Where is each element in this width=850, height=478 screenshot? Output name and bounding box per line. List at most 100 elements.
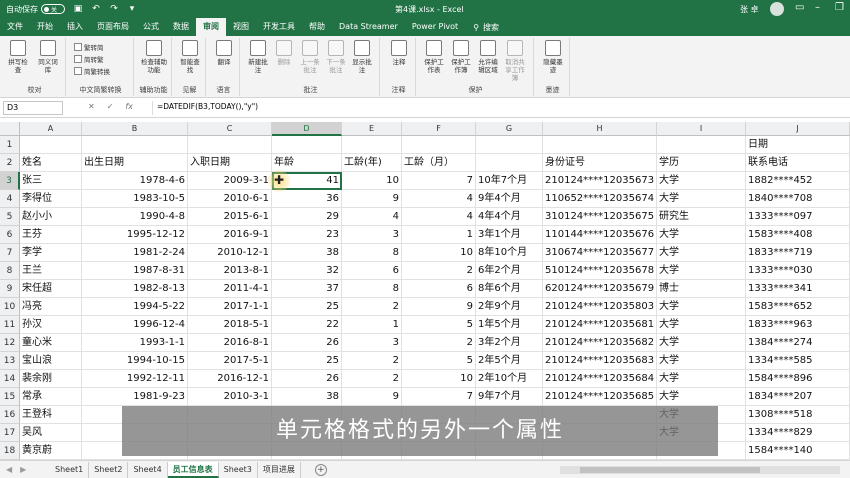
cell-A13[interactable]: 宝山浪 bbox=[20, 352, 82, 370]
cell-A5[interactable]: 赵小小 bbox=[20, 208, 82, 226]
cell-A1[interactable] bbox=[20, 136, 82, 154]
column-header-A[interactable]: A bbox=[20, 122, 82, 136]
cell-B13[interactable]: 1994-10-15 bbox=[82, 352, 188, 370]
cell-H5[interactable]: 310124****12035675 bbox=[543, 208, 657, 226]
cell-C1[interactable] bbox=[188, 136, 272, 154]
cell-E9[interactable]: 8 bbox=[342, 280, 402, 298]
cell-I1[interactable] bbox=[657, 136, 746, 154]
cell-H1[interactable] bbox=[543, 136, 657, 154]
cell-J17[interactable]: 1334****829 bbox=[746, 424, 850, 442]
cell-A12[interactable]: 童心米 bbox=[20, 334, 82, 352]
tab-6[interactable]: 审阅 bbox=[196, 18, 226, 36]
check-accessibility-button[interactable]: 检查辅助功能 bbox=[141, 40, 167, 74]
cell-G5[interactable]: 4年4个月 bbox=[476, 208, 543, 226]
cell-H2[interactable]: 身份证号 bbox=[543, 154, 657, 172]
cell-D13[interactable]: 25 bbox=[272, 352, 342, 370]
cell-G8[interactable]: 6年2个月 bbox=[476, 262, 543, 280]
row-header-17[interactable]: 17 bbox=[0, 424, 20, 442]
scrollbar-thumb[interactable] bbox=[580, 467, 760, 473]
cell-G10[interactable]: 2年9个月 bbox=[476, 298, 543, 316]
cell-J14[interactable]: 1584****896 bbox=[746, 370, 850, 388]
cell-I9[interactable]: 博士 bbox=[657, 280, 746, 298]
cell-F15[interactable]: 7 bbox=[402, 388, 476, 406]
autosave-toggle[interactable]: 关 bbox=[41, 4, 65, 14]
cell-H8[interactable]: 510124****12035678 bbox=[543, 262, 657, 280]
cell-J10[interactable]: 1583****652 bbox=[746, 298, 850, 316]
row-header-5[interactable]: 5 bbox=[0, 208, 20, 226]
cell-I6[interactable]: 大学 bbox=[657, 226, 746, 244]
unshare-workbook-button[interactable]: 取消共享工作簿 bbox=[503, 40, 527, 82]
cell-I12[interactable]: 大学 bbox=[657, 334, 746, 352]
allow-edit-ranges-button[interactable]: 允许编辑区域 bbox=[476, 40, 500, 74]
sheet-tab-3[interactable]: 员工信息表 bbox=[167, 461, 219, 478]
cell-E8[interactable]: 6 bbox=[342, 262, 402, 280]
cell-J3[interactable]: 1882****452 bbox=[746, 172, 850, 190]
cell-F11[interactable]: 5 bbox=[402, 316, 476, 334]
cell-C13[interactable]: 2017-5-1 bbox=[188, 352, 272, 370]
cell-A9[interactable]: 宋任超 bbox=[20, 280, 82, 298]
column-header-I[interactable]: I bbox=[657, 122, 746, 136]
cell-D9[interactable]: 37 bbox=[272, 280, 342, 298]
cell-C5[interactable]: 2015-6-1 bbox=[188, 208, 272, 226]
cell-B7[interactable]: 1981-2-24 bbox=[82, 244, 188, 262]
cell-B11[interactable]: 1996-12-4 bbox=[82, 316, 188, 334]
sheet-tab-2[interactable]: Sheet4 bbox=[128, 461, 168, 478]
cell-G15[interactable]: 9年7个月 bbox=[476, 388, 543, 406]
cell-A8[interactable]: 王兰 bbox=[20, 262, 82, 280]
smart-lookup-button[interactable]: 智能查找 bbox=[178, 40, 202, 74]
cell-B3[interactable]: 1978-4-6 bbox=[82, 172, 188, 190]
cell-I4[interactable]: 大学 bbox=[657, 190, 746, 208]
cell-C9[interactable]: 2011-4-1 bbox=[188, 280, 272, 298]
cell-E14[interactable]: 2 bbox=[342, 370, 402, 388]
cell-A3[interactable]: 张三 bbox=[20, 172, 82, 190]
cell-J13[interactable]: 1334****585 bbox=[746, 352, 850, 370]
chinese-conversion-button[interactable]: 简繁转换 bbox=[74, 66, 110, 76]
cell-F7[interactable]: 10 bbox=[402, 244, 476, 262]
cell-E3[interactable]: 10 bbox=[342, 172, 402, 190]
cell-G11[interactable]: 1年5个月 bbox=[476, 316, 543, 334]
cell-G4[interactable]: 9年4个月 bbox=[476, 190, 543, 208]
tab-10[interactable]: Data Streamer bbox=[332, 18, 405, 36]
enter-icon[interactable]: ✓ bbox=[107, 102, 114, 111]
restore-icon[interactable]: ❐ bbox=[835, 2, 844, 13]
cell-C2[interactable]: 入职日期 bbox=[188, 154, 272, 172]
cell-C7[interactable]: 2010-12-1 bbox=[188, 244, 272, 262]
cell-I11[interactable]: 大学 bbox=[657, 316, 746, 334]
cell-D10[interactable]: 25 bbox=[272, 298, 342, 316]
column-header-G[interactable]: G bbox=[476, 122, 543, 136]
cell-D11[interactable]: 22 bbox=[272, 316, 342, 334]
protect-workbook-button[interactable]: 保护工作簿 bbox=[449, 40, 473, 74]
next-comment-button[interactable]: 下一条批注 bbox=[324, 40, 348, 74]
column-header-C[interactable]: C bbox=[188, 122, 272, 136]
cell-I14[interactable]: 大学 bbox=[657, 370, 746, 388]
tab-3[interactable]: 页面布局 bbox=[90, 18, 136, 36]
cell-E11[interactable]: 1 bbox=[342, 316, 402, 334]
sheet-tab-4[interactable]: Sheet3 bbox=[219, 461, 258, 478]
cell-H6[interactable]: 110144****12035676 bbox=[543, 226, 657, 244]
cell-G2[interactable] bbox=[476, 154, 543, 172]
cell-J11[interactable]: 1833****963 bbox=[746, 316, 850, 334]
cell-B10[interactable]: 1994-5-22 bbox=[82, 298, 188, 316]
tab-8[interactable]: 开发工具 bbox=[256, 18, 302, 36]
cell-F9[interactable]: 6 bbox=[402, 280, 476, 298]
cell-H13[interactable]: 210124****12035683 bbox=[543, 352, 657, 370]
cell-I8[interactable]: 大学 bbox=[657, 262, 746, 280]
cell-A14[interactable]: 裴余刚 bbox=[20, 370, 82, 388]
cell-C10[interactable]: 2017-1-1 bbox=[188, 298, 272, 316]
cell-A11[interactable]: 孙汉 bbox=[20, 316, 82, 334]
row-header-6[interactable]: 6 bbox=[0, 226, 20, 244]
notes-button[interactable]: 注释 bbox=[387, 40, 411, 66]
row-header-11[interactable]: 11 bbox=[0, 316, 20, 334]
cell-J4[interactable]: 1840****708 bbox=[746, 190, 850, 208]
cell-E1[interactable] bbox=[342, 136, 402, 154]
cell-J8[interactable]: 1333****030 bbox=[746, 262, 850, 280]
cell-J5[interactable]: 1333****097 bbox=[746, 208, 850, 226]
cell-F12[interactable]: 2 bbox=[402, 334, 476, 352]
cell-H14[interactable]: 210124****12035684 bbox=[543, 370, 657, 388]
ribbon-display-icon[interactable]: ▭ bbox=[795, 2, 804, 13]
column-header-H[interactable]: H bbox=[543, 122, 657, 136]
row-header-10[interactable]: 10 bbox=[0, 298, 20, 316]
cancel-icon[interactable]: ✕ bbox=[88, 102, 95, 111]
cell-H15[interactable]: 210124****12035685 bbox=[543, 388, 657, 406]
cell-E13[interactable]: 2 bbox=[342, 352, 402, 370]
